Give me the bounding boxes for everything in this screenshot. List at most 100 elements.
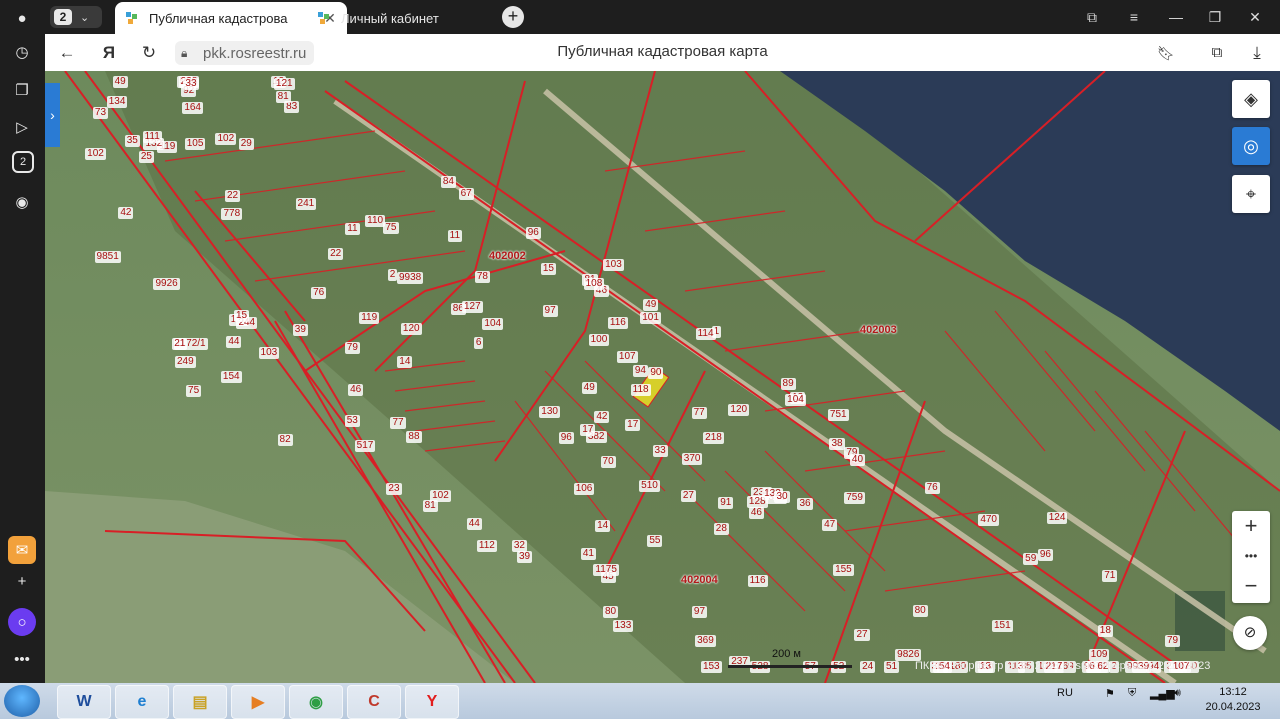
plot-label[interactable]: 108: [583, 278, 605, 291]
plot-label[interactable]: 130: [539, 406, 560, 419]
plot-label[interactable]: 120: [400, 322, 422, 335]
plot-label[interactable]: 249: [174, 355, 196, 368]
plot-label[interactable]: 75: [186, 385, 202, 398]
plot-label[interactable]: 104: [785, 393, 806, 406]
clock[interactable]: 13:12 20.04.2023: [1196, 685, 1270, 715]
flag-icon[interactable]: ⚑: [1105, 687, 1115, 700]
plot-label[interactable]: 84: [440, 176, 456, 189]
plot-label[interactable]: 100: [588, 333, 610, 346]
plot-label[interactable]: 47: [822, 519, 838, 532]
plot-label[interactable]: 154: [220, 371, 242, 384]
plot-label[interactable]: 14: [397, 355, 413, 368]
plot-label[interactable]: 42: [118, 207, 134, 220]
menu-icon[interactable]: ≡: [1122, 6, 1146, 28]
alice-icon[interactable]: ○: [8, 608, 36, 636]
tab-personal-account[interactable]: Личный кабинет: [307, 2, 487, 34]
plot-label[interactable]: 32: [511, 539, 527, 552]
plot-label[interactable]: 23: [386, 483, 402, 496]
plot-label[interactable]: 53: [344, 414, 360, 427]
plot-label[interactable]: 91: [718, 496, 734, 509]
plot-label[interactable]: 76: [311, 287, 327, 300]
plot-label[interactable]: 114: [695, 327, 716, 340]
plot-label[interactable]: 44: [226, 336, 242, 349]
security-icon[interactable]: ⛨: [1128, 687, 1136, 700]
plot-label[interactable]: 77: [691, 407, 707, 420]
plot-label[interactable]: 116: [607, 316, 628, 329]
plot-label[interactable]: 80: [912, 605, 928, 618]
plot-label[interactable]: 517: [354, 439, 376, 452]
media-icon[interactable]: ▶: [231, 685, 285, 719]
plot-label[interactable]: 44: [466, 517, 482, 530]
plot-label[interactable]: 102: [215, 132, 237, 145]
plot-label[interactable]: 41: [580, 547, 596, 560]
plot-label[interactable]: 120: [728, 404, 750, 417]
plot-label[interactable]: 55: [647, 535, 663, 548]
plot-label[interactable]: 134: [106, 96, 128, 109]
plot-label[interactable]: 17: [625, 419, 641, 432]
plot-label[interactable]: 153: [700, 661, 722, 673]
bookmarks-panel-icon[interactable]: ⧉: [1080, 6, 1104, 28]
plot-label[interactable]: 42: [594, 411, 610, 424]
compass-button[interactable]: ⊘: [1233, 616, 1267, 650]
plot-label[interactable]: 25: [138, 151, 154, 164]
plot-label[interactable]: 81: [275, 91, 291, 104]
plot-label[interactable]: 9851: [94, 250, 121, 263]
locate-button[interactable]: ◎: [1232, 127, 1270, 165]
plot-label[interactable]: 33: [183, 78, 199, 91]
plot-label[interactable]: 49: [643, 298, 659, 311]
plot-label[interactable]: 39: [292, 324, 308, 337]
plot-label[interactable]: 59: [1023, 553, 1039, 566]
plot-label[interactable]: 96: [525, 226, 541, 239]
plot-label[interactable]: 6: [473, 337, 484, 350]
plot-label[interactable]: 151: [991, 620, 1013, 633]
plot-label[interactable]: 67: [458, 188, 474, 201]
cadastral-map[interactable]: › 402002 402003 402004 5101023821172/123…: [45, 71, 1280, 683]
plot-label[interactable]: 121: [273, 77, 295, 90]
plot-label[interactable]: 116: [747, 575, 768, 588]
plot-label[interactable]: 79: [1164, 635, 1181, 648]
plot-label[interactable]: 73: [92, 106, 109, 119]
plot-label[interactable]: 470: [978, 513, 999, 526]
screenshot-icon[interactable]: ◉: [8, 188, 36, 216]
plot-label[interactable]: 79: [344, 341, 360, 354]
plot-label[interactable]: 369: [695, 634, 716, 647]
start-button[interactable]: [4, 685, 40, 717]
volume-icon[interactable]: 🔊︎: [1174, 687, 1181, 700]
side-panel-toggle[interactable]: ›: [45, 83, 60, 147]
plot-label[interactable]: 33: [652, 444, 668, 457]
plot-label[interactable]: 49: [112, 76, 128, 88]
plot-label[interactable]: 112: [476, 540, 497, 553]
explorer-icon[interactable]: ▤: [173, 685, 227, 719]
zoom-in-button[interactable]: +: [1232, 511, 1270, 541]
plot-label[interactable]: 9826: [895, 648, 922, 661]
plot-label[interactable]: 90: [648, 367, 664, 380]
layers-button[interactable]: ◈: [1232, 80, 1270, 118]
plot-label[interactable]: 46: [748, 506, 764, 519]
plot-label[interactable]: 105: [184, 137, 206, 150]
profile-icon[interactable]: ●: [8, 4, 36, 32]
plot-label[interactable]: 96: [558, 431, 574, 444]
plot-label[interactable]: 46: [348, 384, 364, 397]
plot-label[interactable]: 36: [797, 498, 813, 511]
mail-icon[interactable]: ✉: [8, 536, 36, 564]
plot-label[interactable]: 17: [580, 423, 596, 436]
plot-label[interactable]: 18: [1097, 625, 1113, 638]
chrome-icon[interactable]: ◉: [289, 685, 343, 719]
plot-label[interactable]: 510: [639, 479, 660, 492]
plot-label[interactable]: 111: [142, 131, 162, 144]
plot-label[interactable]: 80: [603, 606, 619, 619]
plot-label[interactable]: 241: [295, 198, 317, 211]
plot-label[interactable]: 38: [829, 437, 845, 450]
plot-label[interactable]: 40: [849, 454, 866, 467]
plot-label[interactable]: 2: [387, 268, 398, 281]
plot-label[interactable]: 127: [462, 301, 483, 314]
plot-label[interactable]: 77: [390, 417, 406, 430]
add-panel-icon[interactable]: +: [8, 567, 36, 595]
new-tab-button[interactable]: +: [502, 6, 524, 28]
language-indicator[interactable]: RU: [1057, 687, 1073, 699]
plot-label[interactable]: 104: [482, 317, 504, 330]
plot-label[interactable]: 218: [703, 431, 724, 444]
plot-label[interactable]: 88: [406, 431, 422, 444]
plot-label[interactable]: 370: [681, 452, 703, 465]
plot-label[interactable]: 39: [516, 551, 533, 564]
